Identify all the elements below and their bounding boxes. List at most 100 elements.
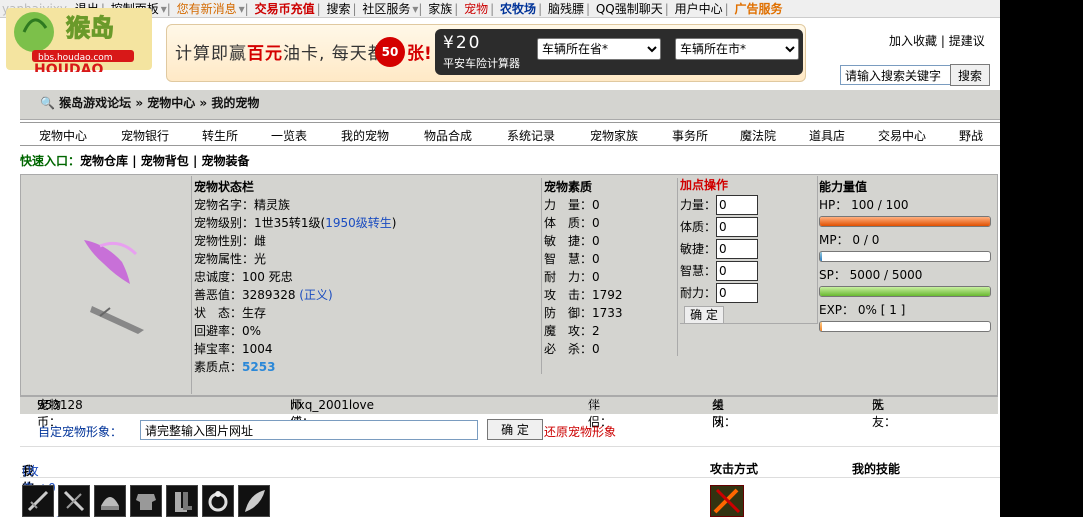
exp-fill — [820, 322, 822, 331]
nav-pet-family[interactable]: 宠物家族 — [590, 127, 638, 144]
pet-status: 宠物状态栏 宠物名字：精灵族 宠物级别：1世35转1级(1950级转生) 宠物性… — [194, 178, 542, 374]
partner-value: 无 — [588, 398, 601, 412]
boots-icon[interactable] — [166, 485, 198, 517]
header-links: 加入收藏 | 提建议 — [889, 34, 985, 48]
ability-title: 能力量值 — [819, 180, 868, 194]
wisdom-label: 智慧： — [680, 264, 717, 278]
ad-service-link[interactable]: 广告服务 — [733, 2, 785, 16]
community-link[interactable]: 社区服务 — [360, 2, 412, 16]
confirm-points-button[interactable]: 确 定 — [684, 306, 724, 324]
quick-warehouse[interactable]: 宠物仓库 — [80, 154, 128, 168]
family-link[interactable]: 家族 — [426, 2, 454, 16]
banner-calc-top: ¥20 — [443, 33, 482, 53]
quality-row: 力 量：0 — [544, 198, 600, 212]
banner-calc-bottom: 平安车险计算器 — [443, 57, 520, 70]
user-center-link[interactable]: 用户中心 — [673, 2, 725, 16]
quality-row: 防 御：1733 — [544, 306, 623, 320]
nav-my-pet[interactable]: 我的宠物 — [341, 127, 389, 144]
avatar-confirm-button[interactable]: 确 定 — [487, 419, 543, 440]
mp-fill — [820, 252, 822, 261]
loyalty-label: 忠诚度： — [194, 270, 243, 284]
city-select[interactable]: 车辆所在市* — [675, 38, 799, 60]
loyalty-value: 100 死忠 — [242, 270, 293, 284]
svg-text:HOUDAO: HOUDAO — [34, 62, 103, 72]
nav-system-log[interactable]: 系统记录 — [507, 127, 555, 144]
breadcrumb-text[interactable]: 猴岛游戏论坛 » 宠物中心 » 我的宠物 — [59, 96, 259, 110]
helmet-icon[interactable] — [94, 485, 126, 517]
qq-chat-link[interactable]: QQ强制聊天 — [594, 2, 665, 16]
farm-link[interactable]: 农牧场 — [498, 2, 538, 16]
quality-row: 智 慧：0 — [544, 252, 600, 266]
pet-quality: 宠物素质 力 量：0 体 质：0 敏 捷：0 智 慧：0 耐 力：0 攻 击：1… — [544, 178, 678, 356]
state-label: 状 态： — [194, 306, 243, 320]
nav-magic[interactable]: 魔法院 — [740, 127, 776, 144]
nav-pet-center[interactable]: 宠物中心 — [39, 127, 87, 144]
site-logo[interactable]: 猴岛 bbs.houdao.com HOUDAO — [4, 2, 154, 78]
quality-row: 必 杀：0 — [544, 342, 600, 356]
nav-trade[interactable]: 交易中心 — [878, 127, 926, 144]
banner-text2: 百元 — [247, 44, 283, 64]
morality-tag: (正义) — [299, 288, 333, 302]
restore-avatar-link[interactable]: 还原宠物形象 — [544, 423, 616, 440]
quick-equipment[interactable]: 宠物装备 — [202, 154, 250, 168]
armor-icon[interactable] — [130, 485, 162, 517]
ring-icon[interactable] — [202, 485, 234, 517]
search-button[interactable]: 搜索 — [950, 64, 990, 86]
constitution-input[interactable] — [716, 217, 758, 237]
nav-overview[interactable]: 一览表 — [271, 127, 307, 144]
constitution-label: 体质： — [680, 220, 717, 234]
name-value: 精灵族 — [254, 198, 291, 212]
add-points-title: 加点操作 — [680, 178, 729, 192]
coin-value: 953128 — [37, 398, 83, 412]
nav-item-shop[interactable]: 道具店 — [809, 127, 845, 144]
rebirth-level-link[interactable]: 1950级转生 — [325, 216, 392, 230]
agility-input[interactable] — [716, 239, 758, 259]
nav-synthesis[interactable]: 物品合成 — [424, 127, 472, 144]
gender-label: 宠物性别： — [194, 234, 255, 248]
page: yanhaiyixy 退出| 控制面板▾| 您有新消息▾| 交易币充值| 搜索|… — [0, 0, 1083, 517]
pet-info-bar: 宠物币：953128 师傅：hxq_2001love 伴侣：无 组队：关闭 队友… — [20, 396, 998, 429]
messages-link[interactable]: 您有新消息 — [175, 2, 239, 16]
hp-fill — [820, 217, 990, 226]
province-select[interactable]: 车辆所在省* — [537, 38, 661, 60]
teammate-value: 无 — [872, 398, 885, 412]
brain-link[interactable]: 脑残膘 — [546, 2, 586, 16]
name-label: 宠物名字： — [194, 198, 255, 212]
status-title: 宠物状态栏 — [194, 180, 255, 194]
wisdom-input[interactable] — [716, 261, 758, 281]
exp-text: EXP： 0% [ 1 ] — [819, 303, 906, 317]
gender-value: 雌 — [254, 234, 267, 248]
search-link[interactable]: 搜索 — [324, 2, 352, 16]
sp-text: SP： 5000 / 5000 — [819, 268, 923, 282]
nav-pet-bank[interactable]: 宠物银行 — [121, 127, 169, 144]
sword-icon[interactable] — [22, 485, 54, 517]
ad-banner[interactable]: 计算即赢百元油卡, 每天都送 50 张! ¥20 平安车险计算器 车辆所在省* … — [166, 24, 806, 82]
sp-bar — [819, 286, 991, 297]
master-value[interactable]: hxq_2001love — [290, 397, 374, 414]
quick-bag[interactable]: 宠物背包 — [141, 154, 189, 168]
attack-skill-icon[interactable] — [710, 485, 744, 517]
nav-field[interactable]: 野战 — [959, 127, 983, 144]
add-favorite-link[interactable]: 加入收藏 — [889, 34, 937, 48]
level-value: 1世35转1级( — [254, 216, 326, 230]
pet-link[interactable]: 宠物 — [462, 2, 490, 16]
svg-text:猴岛: 猴岛 — [66, 14, 114, 42]
strength-label: 力量： — [680, 198, 717, 212]
banner-count: 50 — [375, 37, 405, 67]
add-points: 加点操作 力量： 体质： 敏捷： 智慧： 耐力： 确 定 — [680, 176, 818, 324]
recharge-link[interactable]: 交易币充值 — [253, 2, 317, 16]
dagger-icon[interactable] — [58, 485, 90, 517]
quality-row: 魔 攻：2 — [544, 324, 600, 338]
nav-rebirth[interactable]: 转生所 — [202, 127, 238, 144]
feather-icon[interactable] — [238, 485, 270, 517]
custom-avatar-label: 自定宠物形象： — [38, 425, 123, 439]
window-background — [1000, 0, 1083, 517]
endurance-input[interactable] — [716, 283, 758, 303]
suggest-link[interactable]: 提建议 — [949, 34, 985, 48]
pet-nav: 宠物中心 宠物银行 转生所 一览表 我的宠物 物品合成 系统记录 宠物家族 事务… — [20, 122, 1000, 146]
points-label: 素质点： — [194, 360, 243, 374]
nav-office[interactable]: 事务所 — [672, 127, 708, 144]
strength-input[interactable] — [716, 195, 758, 215]
avatar-url-input[interactable] — [140, 420, 478, 440]
attr-label: 宠物属性： — [194, 252, 255, 266]
